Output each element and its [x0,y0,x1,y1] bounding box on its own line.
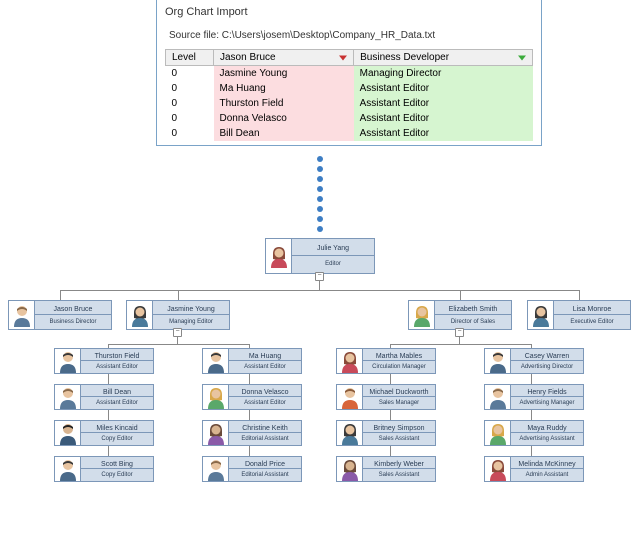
avatar-icon [55,457,81,481]
table-row: 0Donna VelascoAssistant Editor [166,111,533,126]
avatar-icon [55,385,81,409]
avatar-icon [528,301,554,329]
org-node[interactable]: Michael DuckworthSales Manager [336,384,436,410]
table-row: 0Thurston FieldAssistant Editor [166,96,533,111]
org-node[interactable]: Bill DeanAssistant Editor [54,384,154,410]
avatar-icon [337,349,363,373]
avatar-icon [55,421,81,445]
org-node[interactable]: Jason BruceBusiness Director [8,300,112,330]
ellipsis-dots [0,156,640,232]
avatar-icon [485,457,511,481]
org-node-top[interactable]: Julie YangEditor [265,238,375,274]
col-role[interactable]: Business Developer [354,50,533,66]
avatar-icon [9,301,35,329]
source-file-label: Source file: C:\Users\josem\Desktop\Comp… [165,26,533,49]
org-node[interactable]: Jasmine YoungManaging Editor [126,300,230,330]
avatar-icon [485,421,511,445]
avatar-icon [203,421,229,445]
avatar-icon [203,349,229,373]
org-node[interactable]: Elizabeth SmithDirector of Sales [408,300,512,330]
org-node[interactable]: Britney SimpsonSales Assistant [336,420,436,446]
org-node[interactable]: Scott BingCopy Editor [54,456,154,482]
dropdown-icon[interactable] [518,55,526,60]
avatar-icon [337,385,363,409]
avatar-icon [127,301,153,329]
col-level[interactable]: Level [166,50,214,66]
dropdown-icon[interactable] [339,55,347,60]
org-node[interactable]: Kimberly WeberSales Assistant [336,456,436,482]
avatar-icon [203,457,229,481]
avatar-icon [203,385,229,409]
dialog-title: Org Chart Import [157,0,541,22]
import-table: Level Jason Bruce Business Developer 0Ja… [165,49,533,141]
org-node[interactable]: Henry FieldsAdvertising Manager [484,384,584,410]
org-node[interactable]: Miles KincaidCopy Editor [54,420,154,446]
avatar-icon [485,385,511,409]
avatar-icon [485,349,511,373]
org-node[interactable]: Ma HuangAssistant Editor [202,348,302,374]
table-row: 0Jasmine YoungManaging Director [166,66,533,82]
avatar-icon [409,301,435,329]
import-dialog: Org Chart Import Source file: C:\Users\j… [156,0,542,146]
avatar-icon [337,421,363,445]
org-chart: Julie YangEditor − Jason BruceBusiness D… [0,238,640,528]
avatar-icon [55,349,81,373]
table-row: 0Ma HuangAssistant Editor [166,81,533,96]
avatar-icon [266,239,292,273]
org-node[interactable]: Melinda McKinneyAdmin Assistant [484,456,584,482]
org-node[interactable]: Thurston FieldAssistant Editor [54,348,154,374]
org-node[interactable]: Lisa MonroeExecutive Editor [527,300,631,330]
org-node[interactable]: Maya RuddyAdvertising Assistant [484,420,584,446]
table-row: 0Bill DeanAssistant Editor [166,126,533,141]
org-node[interactable]: Donna VelascoAssistant Editor [202,384,302,410]
org-node[interactable]: Martha MablesCirculation Manager [336,348,436,374]
avatar-icon [337,457,363,481]
col-name[interactable]: Jason Bruce [214,50,354,66]
org-node[interactable]: Casey WarrenAdvertising Director [484,348,584,374]
org-node[interactable]: Donald PriceEditorial Assistant [202,456,302,482]
org-node[interactable]: Christine KeithEditorial Assistant [202,420,302,446]
